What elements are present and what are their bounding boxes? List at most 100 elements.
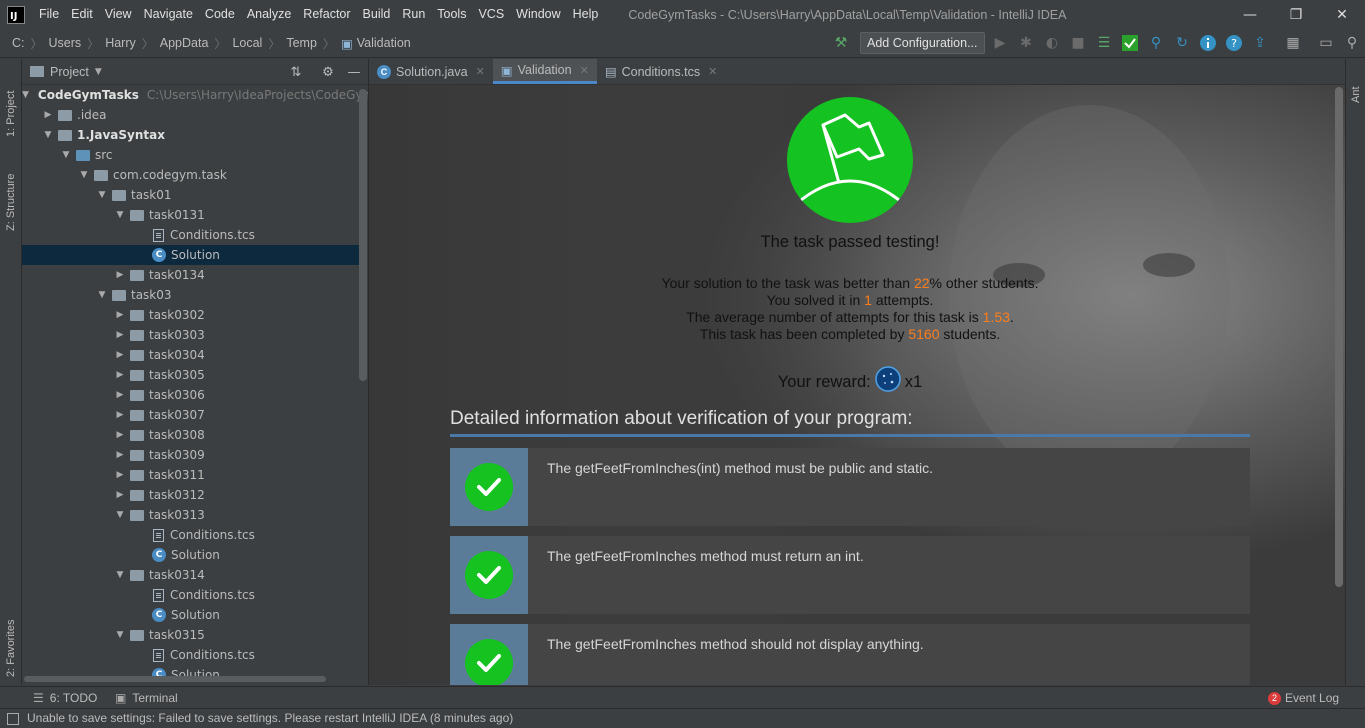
todo-tool-button[interactable]: ☰ 6: TODO — [33, 687, 97, 709]
tree-row[interactable]: Conditions.tcs — [22, 585, 367, 605]
expand-right-icon[interactable]: ▶ — [114, 345, 126, 365]
search-everywhere-icon[interactable]: ⚲ — [1343, 34, 1361, 52]
expand-down-icon[interactable]: ▼ — [114, 505, 126, 525]
expand-down-icon[interactable]: ▼ — [114, 205, 126, 225]
hide-panel-icon[interactable]: — — [346, 64, 362, 80]
menu-code[interactable]: Code — [199, 0, 241, 29]
menu-file[interactable]: File — [33, 0, 65, 29]
expand-right-icon[interactable]: ▶ — [114, 485, 126, 505]
refresh-icon[interactable]: ↻ — [1173, 34, 1191, 52]
help-icon[interactable]: ? — [1225, 34, 1243, 52]
menu-edit[interactable]: Edit — [65, 0, 99, 29]
project-structure-icon[interactable]: ▦ — [1284, 34, 1302, 52]
tab-ant-tool[interactable]: Ant — [1347, 67, 1365, 103]
expand-right-icon[interactable]: ▶ — [114, 385, 126, 405]
tree-row[interactable]: ▼ 1.JavaSyntax — [22, 125, 367, 145]
expand-down-icon[interactable]: ▼ — [42, 125, 54, 145]
menu-help[interactable]: Help — [567, 0, 605, 29]
expand-down-icon[interactable]: ▼ — [96, 285, 108, 305]
coverage-icon[interactable]: ◐ — [1043, 34, 1061, 52]
expand-down-icon[interactable]: ▼ — [22, 85, 29, 105]
expand-right-icon[interactable]: ▶ — [114, 465, 126, 485]
collapse-all-icon[interactable]: ⇅ — [288, 64, 304, 80]
terminal-window-icon[interactable]: ▭ — [1317, 34, 1335, 52]
tree-row[interactable]: ▼ task0313 — [22, 505, 367, 525]
tree-row[interactable]: ▶ task0311 — [22, 465, 367, 485]
upload-icon[interactable]: ⇪ — [1251, 34, 1269, 52]
add-configuration-button[interactable]: Add Configuration... — [860, 32, 985, 54]
close-tab-icon[interactable]: ✕ — [476, 65, 485, 78]
tab-solution-java[interactable]: C Solution.java ✕ — [369, 59, 493, 84]
tree-row[interactable]: ▼ task0315 — [22, 625, 367, 645]
project-view-selector[interactable]: Project — [50, 65, 89, 79]
search-icon[interactable]: ⚲ — [1147, 34, 1165, 52]
expand-right-icon[interactable]: ▶ — [114, 325, 126, 345]
breadcrumb-item[interactable]: Local — [232, 36, 262, 50]
tree-row[interactable]: ▶ task0308 — [22, 425, 367, 445]
tree-row[interactable]: ▶ task0309 — [22, 445, 367, 465]
expand-right-icon[interactable]: ▶ — [114, 445, 126, 465]
tree-row[interactable]: ▶ task0302 — [22, 305, 367, 325]
stop-icon[interactable]: ■ — [1069, 34, 1087, 52]
minimize-button[interactable]: — — [1227, 0, 1273, 29]
project-tree-hscrollbar[interactable] — [24, 676, 326, 682]
close-tab-icon[interactable]: ✕ — [580, 64, 589, 77]
breadcrumb-item[interactable]: Users — [49, 36, 82, 50]
tab-favorites-tool[interactable]: 2: Favorites — [2, 597, 20, 677]
tree-row[interactable]: C Solution — [22, 545, 367, 565]
tree-row[interactable]: ▼ task01 — [22, 185, 367, 205]
project-tree-scrollbar[interactable] — [359, 89, 367, 381]
tree-row[interactable]: ▼ task0131 — [22, 205, 367, 225]
tab-validation[interactable]: ▣ Validation ✕ — [492, 59, 597, 84]
event-log-button[interactable]: 2 Event Log — [1268, 687, 1339, 709]
build-hammer-icon[interactable]: ⚒ — [832, 34, 850, 52]
terminal-tool-button[interactable]: ▣ Terminal — [115, 687, 178, 709]
menu-tools[interactable]: Tools — [431, 0, 472, 29]
tree-row[interactable]: Conditions.tcs — [22, 225, 367, 245]
breadcrumb-item[interactable]: Validation — [357, 36, 411, 50]
close-button[interactable]: ✕ — [1319, 0, 1365, 29]
status-window-icon[interactable] — [7, 713, 19, 725]
tree-row[interactable]: Conditions.tcs — [22, 525, 367, 545]
run-icon[interactable]: ▶ — [991, 34, 1009, 52]
tree-row[interactable]: ▼ task03 — [22, 285, 367, 305]
tree-row[interactable]: C Solution — [22, 245, 367, 265]
expand-down-icon[interactable]: ▼ — [60, 145, 72, 165]
menu-build[interactable]: Build — [357, 0, 397, 29]
breadcrumb-item[interactable]: AppData — [160, 36, 209, 50]
expand-right-icon[interactable]: ▶ — [114, 265, 126, 285]
breadcrumb-item[interactable]: Temp — [286, 36, 317, 50]
tree-row[interactable]: ▼ CodeGymTasks C:\Users\Harry\IdeaProjects… — [22, 85, 368, 105]
menu-navigate[interactable]: Navigate — [138, 0, 199, 29]
tree-row[interactable]: ▼ com.codegym.task — [22, 165, 367, 185]
tree-row[interactable]: ▼ task0314 — [22, 565, 367, 585]
close-tab-icon[interactable]: ✕ — [708, 65, 717, 78]
editor-scrollbar[interactable] — [1335, 87, 1343, 587]
verify-check-icon[interactable] — [1121, 34, 1139, 52]
status-message[interactable]: Unable to save settings: Failed to save … — [27, 711, 513, 725]
tree-row[interactable]: ▶ task0306 — [22, 385, 367, 405]
task-list-icon[interactable]: ☰ — [1095, 34, 1113, 52]
debug-icon[interactable]: ✱ — [1017, 34, 1035, 52]
tree-row[interactable]: ▶ task0304 — [22, 345, 367, 365]
menu-window[interactable]: Window — [510, 0, 566, 29]
tab-conditions-tcs[interactable]: ▤ Conditions.tcs ✕ — [597, 59, 726, 84]
menu-run[interactable]: Run — [396, 0, 431, 29]
tab-structure-tool[interactable]: Z: Structure — [2, 151, 20, 231]
expand-right-icon[interactable]: ▶ — [114, 365, 126, 385]
info-icon[interactable] — [1199, 34, 1217, 52]
expand-down-icon[interactable]: ▼ — [114, 565, 126, 585]
gear-icon[interactable]: ⚙ — [320, 64, 336, 80]
menu-analyze[interactable]: Analyze — [241, 0, 297, 29]
expand-right-icon[interactable]: ▶ — [114, 425, 126, 445]
breadcrumb-item[interactable]: C: — [12, 36, 25, 50]
tree-row[interactable]: C Solution — [22, 665, 367, 685]
tree-row[interactable]: ▶ task0303 — [22, 325, 367, 345]
tab-project-tool[interactable]: 1: Project — [2, 67, 20, 137]
expand-right-icon[interactable]: ▶ — [114, 305, 126, 325]
expand-down-icon[interactable]: ▼ — [78, 165, 90, 185]
tree-row[interactable]: Conditions.tcs — [22, 645, 367, 665]
tree-row[interactable]: ▶ .idea — [22, 105, 367, 125]
expand-right-icon[interactable]: ▶ — [114, 405, 126, 425]
expand-down-icon[interactable]: ▼ — [96, 185, 108, 205]
